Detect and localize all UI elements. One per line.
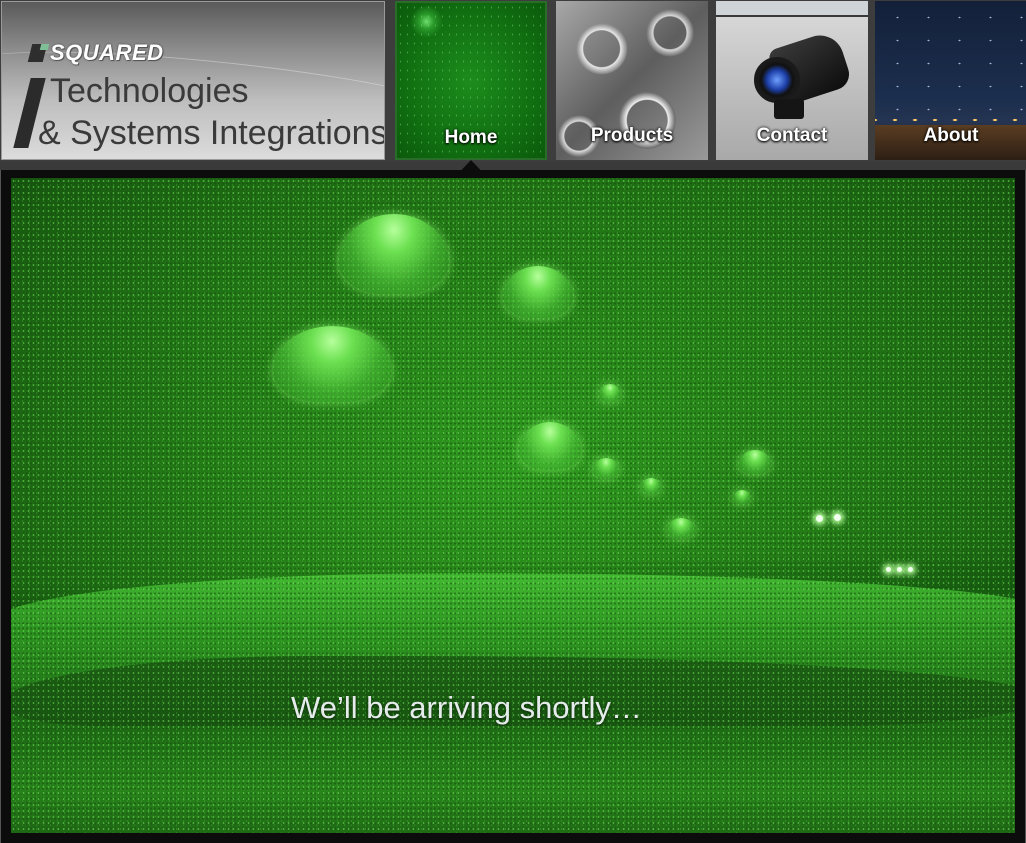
bridge-lights-image <box>875 115 1026 125</box>
nav-contact[interactable]: Contact <box>716 1 868 160</box>
logo-line-technologies: Technologies <box>50 72 249 110</box>
site-logo[interactable]: SQUARED Technologies & Systems Integrati… <box>1 1 385 160</box>
nav-about[interactable]: About <box>875 1 1026 160</box>
parachute-image <box>593 458 619 478</box>
ground-light <box>908 567 913 572</box>
parachute-image <box>667 518 695 538</box>
ground-light <box>834 514 841 521</box>
parachute-image <box>599 384 621 402</box>
ground-light <box>897 567 902 572</box>
hero-image: We’ll be arriving shortly… <box>11 178 1015 833</box>
camera-mount-icon <box>774 99 804 119</box>
main-panel: We’ll be arriving shortly… <box>0 170 1026 843</box>
nav-about-label: About <box>923 125 979 146</box>
parachute-image <box>641 478 661 494</box>
logo-brand-text: SQUARED <box>50 40 164 65</box>
logo-line-systems: & Systems Integrations <box>38 114 385 152</box>
nav-home[interactable]: Home <box>395 1 547 160</box>
parachute-image <box>733 490 751 504</box>
nav-products-label: Products <box>590 125 674 146</box>
site-header: SQUARED Technologies & Systems Integrati… <box>0 0 1026 162</box>
nav-home-label: Home <box>444 127 498 148</box>
ground-light <box>816 515 823 522</box>
contact-thumb-background <box>716 1 868 17</box>
parachute-image <box>739 450 771 474</box>
camera-lens-icon <box>754 57 800 103</box>
ground-light <box>886 567 891 572</box>
hero-tagline: We’ll be arriving shortly… <box>291 690 642 725</box>
nav-contact-label: Contact <box>756 125 828 146</box>
nav-products[interactable]: Products <box>556 1 708 160</box>
